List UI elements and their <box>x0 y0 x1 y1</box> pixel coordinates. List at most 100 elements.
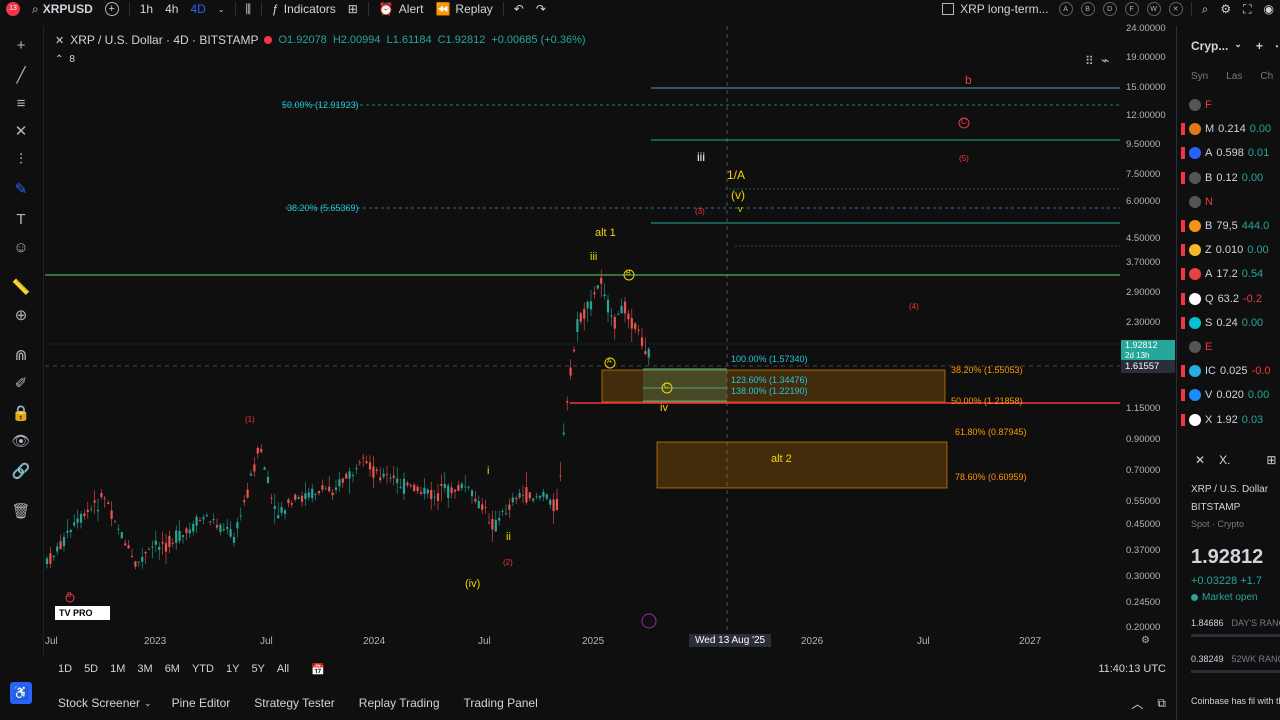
watchlist-row[interactable]: X 1.92 0.03 <box>1181 409 1280 431</box>
tab-replay-trading[interactable]: Replay Trading <box>347 696 452 710</box>
text-tool-icon[interactable]: T <box>11 210 31 230</box>
range-1y[interactable]: 1Y <box>220 663 245 675</box>
chevron-up-icon[interactable]: ︿ <box>1131 695 1157 712</box>
indicator-toggle[interactable]: ⌃ 8 <box>55 54 75 65</box>
symbol-search-button[interactable]: ⌕ XRPUSD <box>26 0 99 18</box>
range-ytd[interactable]: YTD <box>186 663 220 675</box>
watchlist-row[interactable]: B 0.12 0.00 <box>1181 167 1280 189</box>
letter-button-f[interactable]: F <box>1124 2 1139 16</box>
layout-button[interactable]: XRP long-term... <box>936 0 1054 18</box>
flag-marker[interactable] <box>1181 196 1185 208</box>
add-symbol-icon[interactable]: + <box>1256 39 1263 53</box>
pattern-icon[interactable]: ✕ <box>11 122 31 142</box>
watchlist-row[interactable]: A 17.2 0.54 <box>1181 263 1280 285</box>
tab-trading-panel[interactable]: Trading Panel <box>452 696 550 710</box>
range-1d[interactable]: 1D <box>52 663 78 675</box>
indicators-button[interactable]: ƒ Indicators <box>266 0 342 18</box>
templates-button[interactable]: ⊞ <box>342 0 364 18</box>
watchlist-row[interactable]: B 79,5 444.0 <box>1181 215 1280 237</box>
watchlist-row[interactable]: S 0.24 0.00 <box>1181 312 1280 334</box>
tab-strategy-tester[interactable]: Strategy Tester <box>242 696 346 710</box>
flag-marker[interactable] <box>1181 316 1185 329</box>
watchlist-row[interactable]: Q 63.2 -0.2 <box>1181 288 1280 310</box>
fib-tools-icon[interactable]: ⫶ <box>11 150 31 170</box>
flag-marker[interactable] <box>1181 123 1185 136</box>
letter-button-d[interactable]: D <box>1102 2 1117 16</box>
flag-marker[interactable] <box>1181 389 1185 402</box>
chart-pane[interactable]: ✕ XRP / U.S. Dollar · 4D · BITSTAMP O1.9… <box>45 26 1175 656</box>
tab-stock-screener[interactable]: Stock Screener <box>46 696 152 710</box>
letter-button-a[interactable]: A <box>1058 2 1073 16</box>
time-scale[interactable]: Jul 2023 Jul 2024 Jul 2025 Wed 13 Aug '2… <box>45 632 1175 652</box>
interval-4h[interactable]: 4h <box>159 0 184 18</box>
chart-canvas[interactable] <box>45 26 1175 656</box>
watchlist-header[interactable]: Cryp... ⌄ + ⋯ <box>1191 39 1280 53</box>
chart-type-button[interactable]: ⫼ <box>240 0 258 18</box>
lock-icon[interactable]: 🔒 <box>11 404 31 424</box>
snapshot-button[interactable]: ◉ <box>1258 0 1280 18</box>
events-icon[interactable] <box>641 613 657 629</box>
notification-avatar[interactable]: 13 <box>0 0 26 18</box>
flag-marker[interactable] <box>1181 171 1185 184</box>
replay-button[interactable]: ⏪ Replay <box>429 0 498 18</box>
flag-marker[interactable] <box>1181 341 1185 353</box>
letter-button-w[interactable]: W <box>1146 2 1161 16</box>
emoji-icon[interactable]: ☺ <box>11 238 31 258</box>
detail-name[interactable]: XRP / U.S. Dollar <box>1191 484 1268 495</box>
eye-icon[interactable]: 👁 <box>11 432 31 452</box>
settings-button[interactable]: ⚙ <box>1214 0 1237 18</box>
magnet-icon[interactable]: ⋒ <box>11 346 31 366</box>
quick-search-button[interactable]: ⌕ <box>1196 0 1215 18</box>
flag-marker[interactable] <box>1181 220 1185 232</box>
watchlist-section[interactable]: N <box>1181 191 1280 213</box>
interval-dropdown[interactable]: ⌄ <box>212 0 231 18</box>
column-symbol[interactable]: Syn <box>1191 71 1208 82</box>
flag-marker[interactable] <box>1181 147 1185 160</box>
price-scale[interactable]: 24.00000 19.00000 15.00000 12.00000 9.50… <box>1120 23 1176 633</box>
undo-button[interactable]: ↶ <box>508 0 530 18</box>
flag-marker[interactable] <box>1181 292 1185 305</box>
accessibility-icon[interactable]: ♿ <box>10 682 32 704</box>
interval-1h[interactable]: 1h <box>134 0 159 18</box>
flag-marker[interactable] <box>1181 268 1185 281</box>
grid-icon[interactable]: ⊞ <box>1266 453 1276 467</box>
trendline-icon[interactable]: ╱ <box>11 66 31 86</box>
watchlist-row[interactable]: M 0.214 0.00 <box>1181 118 1280 140</box>
close-icon[interactable]: ✕ <box>1168 2 1183 16</box>
range-5y[interactable]: 5Y <box>245 663 270 675</box>
date-range-icon[interactable]: 📅 <box>305 663 331 676</box>
scale-settings-icon[interactable]: ⚙ <box>1141 635 1150 646</box>
zoom-in-icon[interactable]: ⊕ <box>11 306 31 326</box>
redo-button[interactable]: ↷ <box>530 0 552 18</box>
trash-icon[interactable]: 🗑 <box>11 502 31 522</box>
more-icon[interactable]: ⋯ <box>1275 39 1280 53</box>
range-all[interactable]: All <box>271 663 295 675</box>
watchlist-row[interactable]: A 0.598 0.01 <box>1181 142 1280 164</box>
alert-button[interactable]: ⏰ Alert <box>373 0 430 18</box>
drag-handle-icon[interactable]: ⠿ <box>1085 54 1094 68</box>
range-1m[interactable]: 1M <box>104 663 131 675</box>
watchlist-section[interactable]: F <box>1181 94 1280 116</box>
ruler-icon[interactable]: 📏 <box>11 278 31 298</box>
crosshair-icon[interactable]: + <box>11 36 31 56</box>
range-5d[interactable]: 5D <box>78 663 104 675</box>
fullscreen-button[interactable]: ⛶ <box>1237 0 1257 18</box>
stay-drawing-icon[interactable]: ✐ <box>11 374 31 394</box>
chevron-down-icon[interactable]: ⌄ <box>144 698 152 709</box>
horizontal-lines-icon[interactable]: ≡ <box>11 94 31 114</box>
range-3m[interactable]: 3M <box>131 663 158 675</box>
link-icon[interactable]: 🔗 <box>11 462 31 482</box>
flag-marker[interactable] <box>1181 244 1185 257</box>
object-tree-icon[interactable]: ⌁ <box>1101 52 1109 69</box>
compare-add-button[interactable]: + <box>99 0 125 18</box>
flag-marker[interactable] <box>1181 413 1185 426</box>
interval-4d[interactable]: 4D <box>184 0 211 18</box>
tab-pine-editor[interactable]: Pine Editor <box>160 696 243 710</box>
maximize-icon[interactable]: ⧉ <box>1157 696 1176 711</box>
column-last[interactable]: Las <box>1226 71 1242 82</box>
brush-icon[interactable]: ✎ <box>11 180 31 200</box>
flag-marker[interactable] <box>1181 99 1185 111</box>
watchlist-section[interactable]: E <box>1181 336 1280 358</box>
clock[interactable]: 11:40:13 UTC <box>1098 663 1176 675</box>
watchlist-row[interactable]: Z 0.010 0.00 <box>1181 239 1280 261</box>
